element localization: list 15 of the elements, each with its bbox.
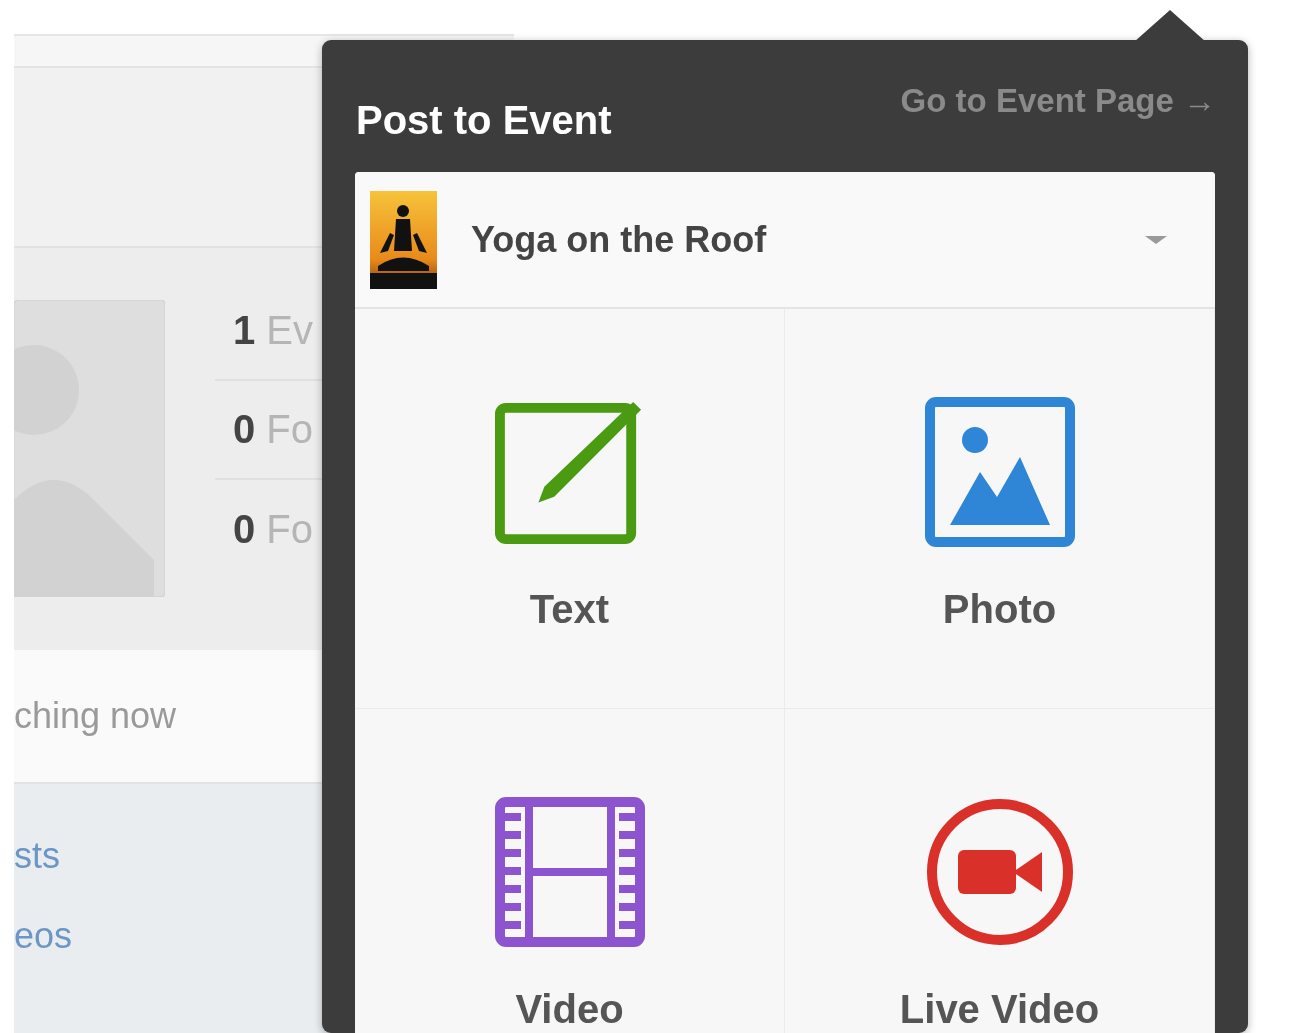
video-camera-icon [924, 797, 1075, 947]
caret-icon [1145, 235, 1167, 244]
post-option[interactable]: Video [355, 709, 785, 1033]
stat-text: 1 Ev [233, 308, 314, 353]
stat-text: 0 Fo [233, 407, 314, 452]
post-option[interactable]: Text [355, 309, 785, 709]
avatar-silhouette-icon [14, 300, 165, 597]
stat-text: 0 Fo [233, 507, 314, 552]
popup-title: Post to Event [356, 97, 612, 143]
image-icon [924, 397, 1075, 547]
post-option[interactable]: Photo [785, 309, 1215, 709]
film-strip-icon [494, 797, 645, 947]
watching-text: ching now [14, 695, 177, 737]
post-option[interactable]: Live Video [785, 709, 1215, 1033]
event-dropdown[interactable]: Yoga on the Roof [355, 172, 1215, 309]
